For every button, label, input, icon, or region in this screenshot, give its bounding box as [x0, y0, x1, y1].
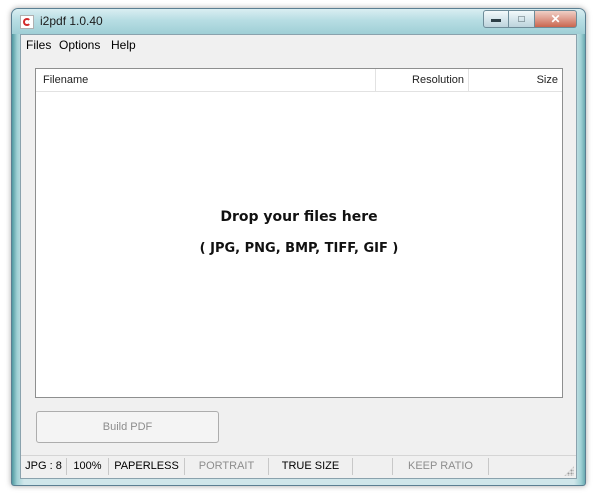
client-area: Files Options Help Filename Resolution S… [20, 34, 577, 479]
build-pdf-button[interactable]: Build PDF [36, 411, 219, 443]
file-list-header: Filename Resolution Size [36, 69, 562, 92]
column-resolution[interactable]: Resolution [376, 69, 469, 91]
status-format-quality[interactable]: JPG : 8 [21, 458, 67, 475]
menu-bar: Files Options Help [21, 35, 576, 55]
status-spacer [353, 458, 393, 475]
close-button[interactable]: ✕ [535, 10, 577, 28]
status-orientation[interactable]: PORTRAIT [185, 458, 269, 475]
maximize-icon: □ [518, 13, 525, 25]
status-paper-mode[interactable]: PAPERLESS [109, 458, 185, 475]
status-size-mode[interactable]: TRUE SIZE [269, 458, 353, 475]
close-icon: ✕ [550, 12, 561, 26]
pdf-app-icon[interactable] [20, 15, 34, 29]
column-filename[interactable]: Filename [36, 69, 376, 91]
app-window: i2pdf 1.0.40 ▬ □ ✕ Files Options Help Fi… [11, 8, 586, 486]
resize-grip-icon[interactable] [564, 466, 574, 476]
status-ratio[interactable]: KEEP RATIO [393, 458, 489, 475]
window-title: i2pdf 1.0.40 [40, 14, 103, 28]
status-zoom[interactable]: 100% [67, 458, 109, 475]
minimize-button[interactable]: ▬ [483, 10, 509, 28]
caption-buttons: ▬ □ ✕ [483, 10, 577, 28]
column-size[interactable]: Size [469, 69, 562, 91]
menu-options[interactable]: Options [59, 38, 100, 52]
title-bar[interactable]: i2pdf 1.0.40 ▬ □ ✕ [12, 9, 585, 34]
status-bar: JPG : 8 100% PAPERLESS PORTRAIT TRUE SIZ… [21, 455, 576, 478]
maximize-button[interactable]: □ [509, 10, 535, 28]
drop-message: Drop your files here [220, 209, 378, 225]
menu-files[interactable]: Files [26, 38, 51, 52]
drop-file-types: ( JPG, PNG, BMP, TIFF, GIF ) [199, 241, 399, 256]
file-list[interactable]: Filename Resolution Size Drop your files… [35, 68, 563, 398]
menu-help[interactable]: Help [111, 38, 136, 52]
minimize-icon: ▬ [491, 13, 501, 25]
